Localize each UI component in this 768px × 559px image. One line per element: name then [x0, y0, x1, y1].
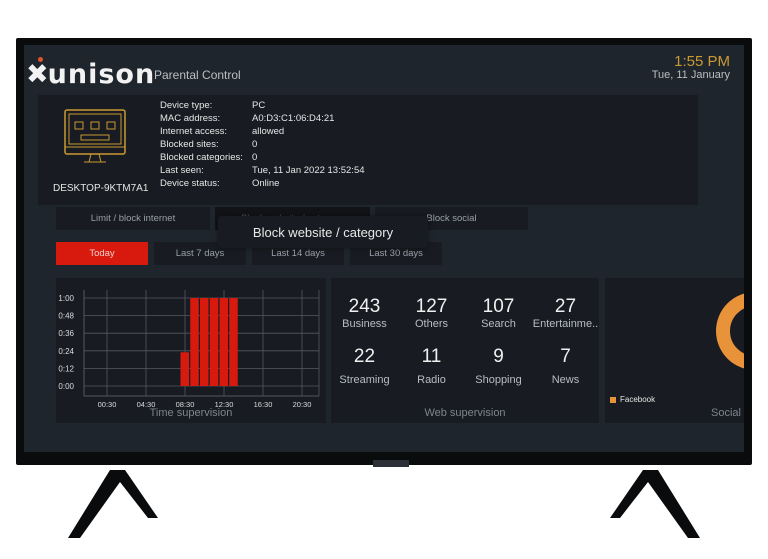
clock-time: 1:55 PM [674, 53, 730, 70]
clock-date: Tue, 11 January [651, 69, 730, 81]
stat-count: 243 [348, 296, 381, 317]
time-chart: 0:000:120:240:360:481:0000:30 04:30 08:30 1… [58, 290, 320, 409]
device-card: DESKTOP-9KTM7A1 Device type: MAC address:… [38, 95, 698, 205]
stat-label: Search [481, 318, 516, 330]
legend-facebook: Facebook [620, 395, 656, 404]
bar [219, 298, 228, 386]
brand-logo: ✖unison [26, 57, 156, 90]
social-title: Social [711, 407, 741, 419]
web-stat: 127 Others [398, 296, 465, 330]
stat-count: 7 [560, 346, 571, 367]
field-value: 0 [252, 139, 258, 150]
field-value: Tue, 11 Jan 2022 13:52:54 [252, 165, 365, 176]
screen: ✖unison Parental Control 1:55 PM Tue, 11… [24, 45, 744, 452]
legend-swatch [610, 397, 616, 403]
web-stat: 9 Shopping [465, 346, 532, 386]
web-stat: 7 News [532, 346, 599, 386]
y-tick-label: 0:48 [58, 312, 74, 321]
stat-count: 27 [554, 296, 577, 317]
social-donut [716, 293, 744, 369]
field-label: Device type: [160, 100, 213, 111]
y-tick-label: 0:12 [58, 364, 74, 373]
stat-label: Streaming [339, 374, 390, 386]
tooltip: Block website / category [218, 216, 428, 248]
web-stat: 11 Radio [398, 346, 465, 386]
stat-label: Radio [417, 374, 446, 386]
stat-label: News [551, 374, 580, 386]
web-supervision-title: Web supervision [424, 407, 506, 419]
monitor-icon [64, 109, 126, 163]
time-supervision-title: Time supervision [149, 407, 233, 419]
social-panel: Facebook Social [605, 278, 744, 423]
web-stat: 243 Business [331, 296, 398, 330]
bar [209, 298, 219, 386]
tv-stand [68, 460, 700, 538]
field-label: MAC address: [160, 113, 221, 124]
y-tick-label: 0:00 [58, 382, 74, 391]
stat-label: Entertainme.. [532, 318, 599, 330]
field-value: allowed [252, 126, 285, 137]
web-stat: 27 Entertainme.. [532, 296, 599, 330]
field-label: Blocked categories: [160, 152, 243, 163]
stat-count: 107 [482, 296, 515, 317]
field-value: 0 [252, 152, 258, 163]
field-label: Device status: [160, 178, 220, 189]
y-tick-label: 1:00 [58, 294, 74, 303]
limit-internet-button[interactable]: Limit / block internet [56, 207, 210, 230]
bar [200, 298, 209, 386]
app-subtitle: Parental Control [154, 68, 241, 82]
web-stat: 107 Search [465, 296, 532, 330]
bar [180, 352, 189, 386]
field-value: PC [252, 100, 266, 111]
device-name: DESKTOP-9KTM7A1 [53, 183, 149, 194]
stat-label: Business [342, 318, 387, 330]
stat-count: 22 [353, 346, 376, 367]
field-value: Online [252, 178, 280, 189]
bar [190, 298, 199, 386]
stat-count: 11 [421, 346, 442, 367]
stat-label: Shopping [475, 374, 522, 386]
web-stat: 22 Streaming [331, 346, 398, 386]
stat-count: 9 [493, 346, 504, 367]
web-supervision-panel: 243 Business 127 Others 107 Search 27 Entertain… [331, 278, 599, 423]
field-label: Blocked sites: [160, 139, 219, 150]
bar [229, 298, 238, 386]
field-value: A0:D3:C1:06:D4:21 [252, 113, 335, 124]
stat-count: 127 [415, 296, 448, 317]
stat-label: Others [414, 318, 448, 330]
field-label: Last seen: [160, 165, 204, 176]
y-tick-label: 0:36 [58, 329, 74, 338]
field-label: Internet access: [160, 126, 228, 137]
y-tick-label: 0:24 [58, 347, 74, 356]
time-supervision-panel: 0:00 0:12 0:24 0:36 0:48 1:00 00:30 04:30 08:30 1… [56, 278, 326, 423]
range-0-button[interactable]: Today [56, 242, 148, 265]
